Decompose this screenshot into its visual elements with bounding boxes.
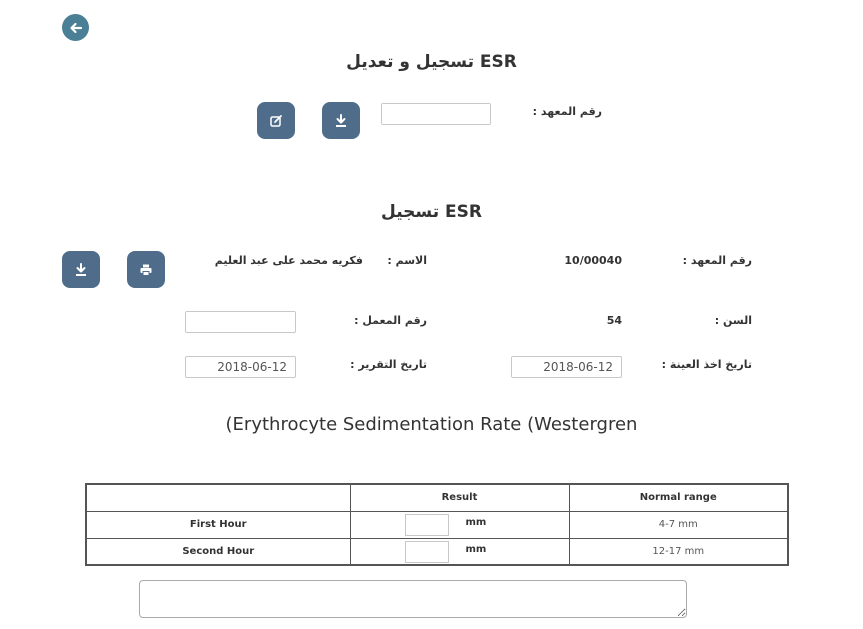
report-date-input[interactable]: 2018-06-12 <box>185 356 296 378</box>
search-section-title: تسجيل و تعديل ESR <box>346 52 517 72</box>
record-institute-label: رقم المعهد : <box>682 254 752 267</box>
notes-textarea[interactable] <box>139 580 687 618</box>
search-institute-input[interactable] <box>381 103 491 125</box>
record-institute-value: 10/00040 <box>564 254 622 267</box>
header-normal-range: Normal range <box>568 483 789 512</box>
lab-label: رقم المعمل : <box>354 314 427 327</box>
back-button[interactable] <box>62 14 89 41</box>
unit-label: mm <box>465 543 487 555</box>
search-institute-label: رقم المعهد : <box>532 105 602 118</box>
unit-label: mm <box>465 516 487 528</box>
normal-range: 4-7 mm <box>568 510 789 539</box>
normal-range: 12-17 mm <box>568 537 789 566</box>
sample-date-input[interactable]: 2018-06-12 <box>511 356 622 378</box>
sample-date-label: تاريخ اخذ العينة : <box>661 358 752 371</box>
download-icon <box>336 113 346 127</box>
row-label: Second Hour <box>85 537 351 566</box>
result-cell: mm <box>349 510 570 539</box>
record-section-title: تسجيل ESR <box>381 202 482 222</box>
name-label: الاسم : <box>387 254 427 267</box>
report-date-label: تاريخ التقرير : <box>350 358 427 371</box>
lab-number-input[interactable] <box>185 311 296 333</box>
print-icon <box>140 264 152 276</box>
table-row: Second Hour mm 12-17 mm <box>85 537 789 566</box>
name-value: فكريه محمد على عبد العليم <box>214 254 363 267</box>
edit-icon <box>270 114 282 127</box>
age-value: 54 <box>606 314 622 327</box>
search-download-button[interactable] <box>322 102 360 139</box>
row-label: First Hour <box>85 510 351 539</box>
table-header-row: Result Normal range <box>85 483 789 512</box>
print-button[interactable] <box>127 251 165 288</box>
download-icon <box>76 262 86 276</box>
second-hour-result-input[interactable] <box>404 540 449 563</box>
result-cell: mm <box>349 537 570 566</box>
age-label: السن : <box>714 314 752 327</box>
first-hour-result-input[interactable] <box>404 513 449 536</box>
search-edit-button[interactable] <box>257 102 295 139</box>
header-blank <box>85 483 351 512</box>
arrow-left-icon <box>69 22 82 33</box>
table-row: First Hour mm 4-7 mm <box>85 510 789 539</box>
header-result: Result <box>349 483 570 512</box>
test-title: (Erythrocyte Sedimentation Rate (Westerg… <box>225 414 638 435</box>
results-table: Result Normal range First Hour mm 4-7 mm… <box>85 483 789 566</box>
record-download-button[interactable] <box>62 251 100 288</box>
